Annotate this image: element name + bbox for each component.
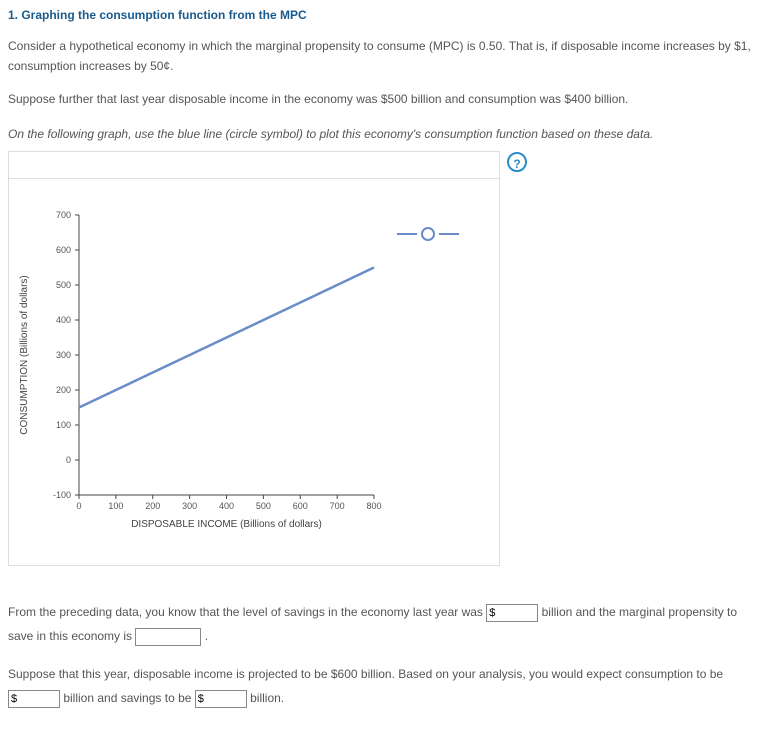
- help-icon[interactable]: ?: [507, 152, 527, 172]
- svg-text:0: 0: [66, 455, 71, 465]
- fill-paragraph-1: From the preceding data, you know that t…: [8, 600, 765, 648]
- svg-text:300: 300: [182, 501, 197, 511]
- svg-text:800: 800: [366, 501, 381, 511]
- svg-text:300: 300: [56, 350, 71, 360]
- graph-instruction: On the following graph, use the blue lin…: [8, 127, 765, 141]
- fill-paragraph-2: Suppose that this year, disposable incom…: [8, 662, 765, 710]
- problem-title: 1. Graphing the consumption function fro…: [8, 8, 765, 22]
- svg-text:700: 700: [56, 210, 71, 220]
- graph-container: ? 0100200300400500600700800-100010020030…: [8, 151, 500, 566]
- consumption-input[interactable]: [8, 690, 60, 708]
- svg-text:500: 500: [256, 501, 271, 511]
- svg-text:DISPOSABLE INCOME (Billions of: DISPOSABLE INCOME (Billions of dollars): [131, 519, 322, 530]
- graph-toolbar: [9, 152, 499, 179]
- svg-text:100: 100: [56, 420, 71, 430]
- svg-text:-100: -100: [53, 490, 71, 500]
- svg-text:200: 200: [145, 501, 160, 511]
- svg-text:500: 500: [56, 280, 71, 290]
- legend-circle-icon: [421, 227, 435, 241]
- legend-draggable-series[interactable]: [397, 227, 459, 241]
- savings2-input[interactable]: [195, 690, 247, 708]
- savings-input[interactable]: [486, 604, 538, 622]
- mps-input[interactable]: [135, 628, 201, 646]
- paragraph-1: Consider a hypothetical economy in which…: [8, 36, 765, 77]
- svg-text:CONSUMPTION (Billions of dolla: CONSUMPTION (Billions of dollars): [19, 275, 30, 434]
- svg-text:400: 400: [219, 501, 234, 511]
- svg-text:200: 200: [56, 385, 71, 395]
- legend-line-right: [439, 233, 459, 235]
- legend-line-left: [397, 233, 417, 235]
- svg-text:100: 100: [108, 501, 123, 511]
- paragraph-2: Suppose further that last year disposabl…: [8, 89, 765, 109]
- plot-area[interactable]: 0 100 200 300 400 500 600 700 800 -100 0 100 200 300 4…: [9, 185, 499, 555]
- svg-text:0: 0: [76, 501, 81, 511]
- svg-text:700: 700: [330, 501, 345, 511]
- svg-text:400: 400: [56, 315, 71, 325]
- svg-text:600: 600: [293, 501, 308, 511]
- svg-text:600: 600: [56, 245, 71, 255]
